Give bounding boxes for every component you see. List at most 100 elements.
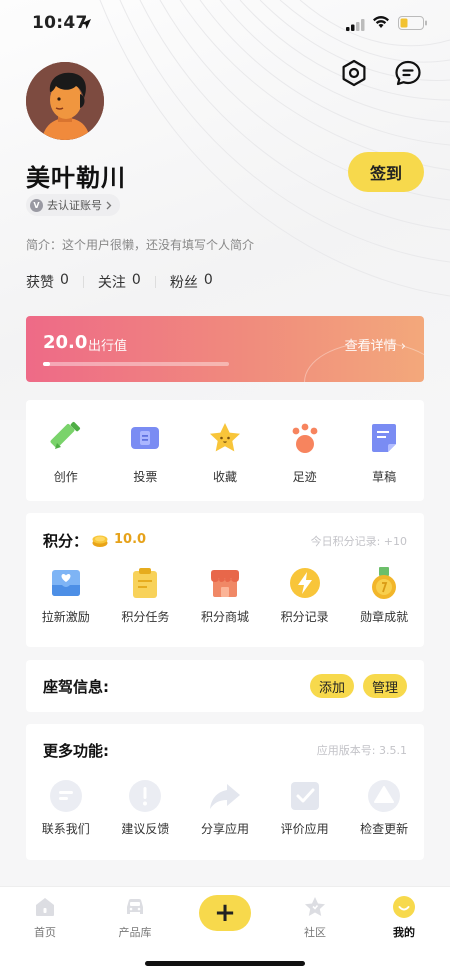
shop-icon [210, 570, 239, 597]
lightning-icon [289, 568, 320, 598]
verified-badge-icon: V [30, 198, 43, 212]
draft-icon [372, 424, 397, 452]
action-footprints[interactable]: 足迹 [265, 420, 345, 485]
location-arrow-icon [80, 15, 92, 34]
bio-text: 简介：这个用户很懒，还没有填写个人简介 [26, 238, 255, 252]
points-title: 积分： [43, 532, 89, 550]
points-mall[interactable]: 积分商城 [185, 565, 265, 625]
action-favorites[interactable]: 收藏 [185, 420, 265, 485]
avatar-illustration [26, 62, 104, 140]
stat-value: 0 [131, 272, 141, 288]
points-card: 积分： 10.0 今日积分记录: +10 拉新激励 积分任务 积分商城 积分记录… [26, 513, 424, 647]
points-item-label: 勋章成就 [360, 610, 409, 624]
stat-label: 粉丝 [169, 275, 198, 291]
community-star-icon [305, 897, 325, 916]
more-item-label: 检查更新 [360, 822, 409, 836]
travel-score-banner[interactable]: 20.0 出行值 查看详情 › [26, 316, 424, 382]
more-update[interactable]: 检查更新 [344, 778, 424, 837]
stat-likes[interactable]: 获赞 0 [26, 272, 69, 292]
tab-community[interactable]: 社区 [280, 895, 350, 940]
contact-icon [49, 780, 82, 812]
more-item-label: 建议反馈 [121, 822, 170, 836]
tab-mine[interactable]: 我的 [369, 895, 439, 940]
more-contact[interactable]: 联系我们 [26, 778, 106, 837]
chat-bubble-icon [395, 60, 421, 86]
app-version: 应用版本号: 3.5.1 [316, 744, 407, 757]
settings-hexagon-icon [342, 59, 366, 87]
task-clipboard-icon [133, 568, 158, 598]
car-icon [127, 899, 143, 914]
stat-value: 0 [60, 272, 69, 288]
invite-icon [51, 570, 80, 596]
action-vote[interactable]: 投票 [106, 420, 186, 485]
stat-label: 关注 [97, 275, 126, 291]
points-medals[interactable]: 勋章成就 [344, 565, 424, 625]
star-icon [209, 423, 240, 452]
share-icon [209, 784, 240, 809]
travel-score-value: 20.0 [43, 332, 88, 353]
feedback-icon [129, 780, 162, 812]
view-details-link[interactable]: 查看详情 › [345, 335, 406, 354]
tab-label: 首页 [34, 926, 56, 939]
battery-icon [398, 15, 428, 34]
points-tasks[interactable]: 积分任务 [106, 565, 186, 625]
action-label: 收藏 [212, 470, 237, 484]
medal-icon [372, 567, 397, 599]
tab-home[interactable]: 首页 [10, 895, 80, 940]
username: 美叶勒川 [26, 164, 126, 192]
action-label: 投票 [133, 470, 158, 484]
action-drafts[interactable]: 草稿 [344, 420, 424, 485]
travel-score-unit: 出行值 [88, 339, 128, 354]
points-value: 10.0 [114, 532, 147, 547]
tab-label: 产品库 [118, 926, 152, 939]
chevron-right-icon [106, 201, 112, 209]
tab-label: 我的 [393, 926, 415, 939]
today-points-record[interactable]: 今日积分记录: +10 [311, 533, 407, 549]
stat-value: 0 [203, 272, 213, 288]
stat-followers[interactable]: 粉丝 0 [170, 272, 213, 292]
home-indicator [145, 961, 305, 966]
profile-stats: 获赞 0 关注 0 粉丝 0 [26, 272, 213, 292]
quick-actions-card: 创作 投票 收藏 足迹 草稿 [26, 400, 424, 501]
verify-account-link[interactable]: V 去认证账号 [26, 194, 120, 216]
pencil-icon [50, 421, 80, 449]
more-item-label: 分享应用 [200, 822, 249, 836]
mine-smile-icon [393, 896, 415, 918]
add-vehicle-button[interactable]: 添加 [310, 674, 354, 698]
divider [82, 276, 84, 288]
more-features-title: 更多功能: [43, 742, 109, 760]
rate-check-icon [290, 782, 319, 810]
more-feedback[interactable]: 建议反馈 [106, 778, 186, 837]
message-button[interactable] [393, 58, 423, 88]
stat-following[interactable]: 关注 0 [98, 272, 141, 292]
tab-products[interactable]: 产品库 [100, 895, 170, 940]
settings-button[interactable] [339, 58, 369, 88]
paw-icon [292, 423, 317, 453]
publish-plus-button[interactable]: + [199, 895, 251, 931]
verify-label: 去认证账号 [47, 199, 102, 212]
more-item-label: 评价应用 [280, 822, 329, 836]
more-share[interactable]: 分享应用 [185, 778, 265, 837]
checkin-button[interactable]: 签到 [348, 152, 424, 192]
vehicle-info-card: 座驾信息: 添加 管理 [26, 660, 424, 712]
avatar[interactable] [26, 62, 104, 140]
vehicle-info-title: 座驾信息: [43, 678, 109, 696]
manage-vehicle-button[interactable]: 管理 [363, 674, 407, 698]
wifi-icon [372, 14, 390, 33]
action-label: 创作 [53, 470, 78, 484]
points-records[interactable]: 积分记录 [265, 565, 345, 625]
action-create[interactable]: 创作 [26, 420, 106, 485]
home-icon [36, 898, 54, 916]
points-item-label: 积分任务 [121, 610, 170, 624]
ballot-icon [131, 427, 160, 449]
more-features-card: 更多功能: 应用版本号: 3.5.1 联系我们 建议反馈 分享应用 评价应用 检… [26, 724, 424, 860]
coin-icon [92, 535, 108, 547]
points-invite[interactable]: 拉新激励 [26, 565, 106, 625]
travel-score-progress [43, 362, 229, 366]
cellular-signal-icon [346, 16, 366, 35]
progress-fill [43, 362, 51, 366]
more-item-label: 联系我们 [41, 822, 90, 836]
action-label: 足迹 [292, 470, 317, 484]
more-rate[interactable]: 评价应用 [265, 778, 345, 837]
tab-label: 社区 [304, 926, 326, 939]
